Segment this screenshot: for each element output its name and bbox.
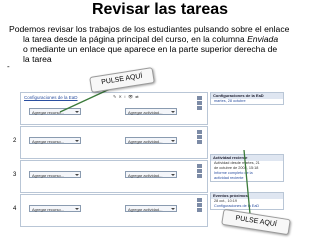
slide-title: Revisar las tareas — [91, 1, 229, 18]
add-activity-select[interactable]: Agregar actividad... — [125, 205, 177, 212]
add-resource-select[interactable]: Agregar recurso... — [29, 205, 81, 212]
paragraph-line-1: Podemos revisar los trabajos de los estu… — [9, 24, 290, 34]
add-activity-select[interactable]: Agregar actividad... — [125, 108, 177, 115]
section-tools[interactable] — [195, 95, 204, 121]
course-section-row: 2 Agregar recurso... Agregar actividad..… — [10, 126, 208, 160]
section-box: Agregar recurso... Agregar actividad... — [20, 126, 208, 159]
description-paragraph: Podemos revisar los trabajos de los estu… — [9, 24, 311, 64]
paragraph-emphasis-enviada: Enviada — [247, 34, 279, 44]
block-line[interactable]: martes, 28 octubre — [211, 99, 283, 104]
section-number: 4 — [13, 206, 17, 212]
add-activity-select[interactable]: Agregar actividad... — [125, 137, 177, 144]
add-resource-select[interactable]: Agregar recurso... — [29, 137, 81, 144]
assignment-link[interactable]: Configuraciones de la EaD — [24, 95, 78, 100]
course-section-row: Configuraciones de la EaD ✎ ✕ ↕ 👁 ⇄ Agre… — [10, 92, 208, 126]
add-resource-select[interactable]: Agregar recurso... — [29, 171, 81, 178]
side-block-upcoming-events: Eventos próximos 28 oct., 10:19 Configur… — [210, 192, 284, 210]
bullet-marker: - — [7, 62, 10, 71]
edit-icons[interactable]: ✎ ✕ ↕ 👁 ⇄ — [113, 94, 139, 99]
block-line[interactable]: Configuraciones de la EaD — [211, 204, 283, 209]
section-tools[interactable] — [195, 163, 204, 189]
add-activity-select[interactable]: Agregar actividad... — [125, 171, 177, 178]
course-section-row: 4 Agregar recurso... Agregar actividad..… — [10, 194, 208, 228]
section-tools[interactable] — [195, 129, 204, 155]
side-block-recent-activity: Actividad reciente Actividad desde marte… — [210, 154, 284, 182]
section-number: 2 — [13, 138, 17, 144]
paragraph-line-2-text: la tarea desde la página principal del c… — [23, 34, 248, 44]
section-box: Configuraciones de la EaD ✎ ✕ ↕ 👁 ⇄ Agre… — [20, 92, 208, 125]
paragraph-line-2: la tarea desde la página principal del c… — [9, 34, 311, 44]
section-tools[interactable] — [195, 197, 204, 223]
section-number: 3 — [13, 172, 17, 178]
side-block-assignments: Configuraciones de la EaD martes, 28 oct… — [210, 92, 284, 105]
section-box: Agregar recurso... Agregar actividad... — [20, 194, 208, 227]
block-line[interactable]: actividad reciente — [211, 176, 283, 181]
paragraph-line-3: o mediante un enlace que aparece en la p… — [23, 44, 278, 54]
add-resource-select[interactable]: Agregar recurso... — [29, 108, 81, 115]
paragraph-line-4: la tarea — [23, 54, 52, 64]
section-box: Agregar recurso... Agregar actividad... — [20, 160, 208, 193]
course-section-row: 3 Agregar recurso... Agregar actividad..… — [10, 160, 208, 194]
